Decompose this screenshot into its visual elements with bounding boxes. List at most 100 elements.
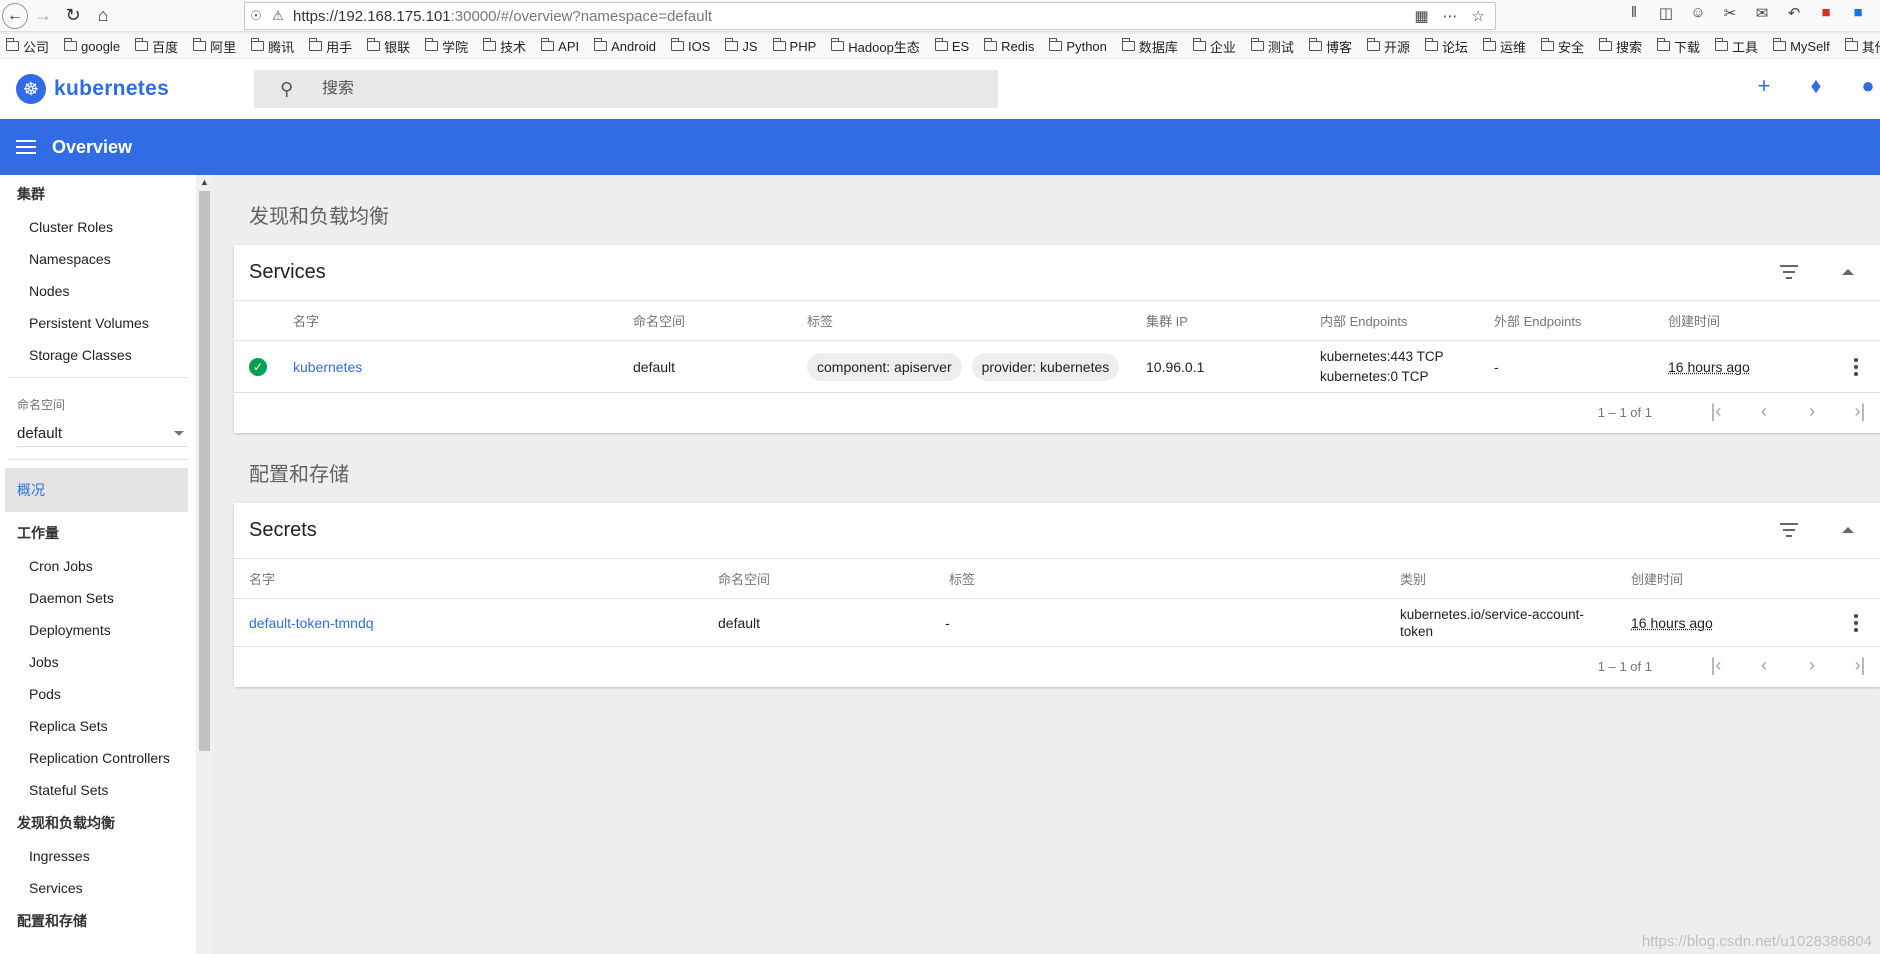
row-actions-icon[interactable] <box>1854 613 1858 632</box>
col-name[interactable]: 名字 <box>293 301 319 340</box>
bookmark-item[interactable]: API <box>541 38 579 54</box>
sidebar-item-namespaces[interactable]: Namespaces <box>0 243 196 275</box>
bookmark-item[interactable]: 其他 <box>1844 37 1880 56</box>
namespace-select[interactable]: default <box>17 425 188 447</box>
nav-config-header[interactable]: 配置和存储 <box>0 904 196 938</box>
sidebar-icon[interactable]: ◫ <box>1656 4 1676 22</box>
bookmark-item[interactable]: 银联 <box>367 37 410 56</box>
next-page-icon[interactable]: › <box>1800 655 1824 676</box>
bookmark-item[interactable]: ES <box>934 38 969 54</box>
col-namespace[interactable]: 命名空间 <box>633 301 685 340</box>
bookmark-item[interactable]: 技术 <box>483 37 526 56</box>
bookmark-item[interactable]: IOS <box>670 38 710 54</box>
sidebar-item-overview[interactable]: 概况 <box>5 468 188 512</box>
bookmark-item[interactable]: 博客 <box>1308 37 1352 56</box>
screenshot-icon[interactable]: ✂ <box>1720 4 1740 22</box>
last-page-icon[interactable]: ›| <box>1848 401 1872 422</box>
col-name[interactable]: 名字 <box>249 559 275 598</box>
reload-icon[interactable]: ↻ <box>58 1 88 31</box>
sidebar-item-stateful-sets[interactable]: Stateful Sets <box>0 774 196 806</box>
bookmark-item[interactable]: 用手 <box>309 37 352 56</box>
sidebar-item-ingresses[interactable]: Ingresses <box>0 840 196 872</box>
bookmark-item[interactable]: Android <box>594 38 656 54</box>
bookmark-item[interactable]: 百度 <box>135 37 178 56</box>
first-page-icon[interactable]: |‹ <box>1704 401 1728 422</box>
bookmark-item[interactable]: MySelf <box>1773 38 1830 54</box>
chat-icon[interactable]: ✉ <box>1752 4 1772 22</box>
last-page-icon[interactable]: ›| <box>1848 655 1872 676</box>
sidebar-item-replication-controllers[interactable]: Replication Controllers <box>0 742 196 774</box>
sidebar-item-cluster-roles[interactable]: Cluster Roles <box>0 211 196 243</box>
bookmark-item[interactable]: 公司 <box>6 37 49 56</box>
sidebar-item-nodes[interactable]: Nodes <box>0 275 196 307</box>
bookmark-item[interactable]: Python <box>1049 38 1107 54</box>
sidebar-item-services[interactable]: Services <box>0 872 196 904</box>
bookmark-item[interactable]: 搜索 <box>1599 37 1642 56</box>
extension-blue-icon[interactable]: ■ <box>1848 4 1868 22</box>
address-bar[interactable]: ☉ ⚠ https://192.168.175.101:30000/#/over… <box>244 2 1496 30</box>
sidebar-item-jobs[interactable]: Jobs <box>0 646 196 678</box>
bookmark-star-icon[interactable]: ☆ <box>1472 7 1485 25</box>
bookmark-item[interactable]: 数据库 <box>1121 37 1178 56</box>
bookmark-item[interactable]: 测试 <box>1250 37 1294 56</box>
back-icon[interactable]: ← <box>2 2 28 29</box>
kubernetes-logo[interactable]: ☸ kubernetes <box>16 74 169 104</box>
bookmark-item[interactable]: 工具 <box>1715 37 1758 56</box>
bookmark-item[interactable]: 安全 <box>1541 37 1584 56</box>
user-icon[interactable]: ● <box>1856 73 1880 99</box>
bookmark-item[interactable]: 腾讯 <box>251 37 294 56</box>
sidebar-scrollbar[interactable]: ▲ <box>196 175 213 954</box>
filter-icon[interactable] <box>1780 265 1798 283</box>
bookmark-item[interactable]: JS <box>725 38 758 54</box>
account-icon[interactable]: ☺ <box>1688 4 1708 22</box>
bookmark-item[interactable]: 开源 <box>1366 37 1410 56</box>
first-page-icon[interactable]: |‹ <box>1704 655 1728 676</box>
home-icon[interactable]: ⌂ <box>88 1 118 31</box>
bookmark-item[interactable]: Hadoop生态 <box>831 37 920 56</box>
qr-code-icon[interactable]: ▦ <box>1414 7 1428 25</box>
sidebar-item-pods[interactable]: Pods <box>0 678 196 710</box>
scroll-thumb[interactable] <box>199 191 210 751</box>
extension-red-icon[interactable]: ■ <box>1816 4 1836 22</box>
undo-icon[interactable]: ↶ <box>1784 4 1804 22</box>
sidebar-item-cron-jobs[interactable]: Cron Jobs <box>0 550 196 582</box>
filter-icon[interactable] <box>1780 523 1798 541</box>
more-icon[interactable]: ⋯ <box>1443 7 1458 25</box>
service-name-link[interactable]: kubernetes <box>293 341 362 392</box>
col-namespace[interactable]: 命名空间 <box>718 559 770 598</box>
secret-name-link[interactable]: default-token-tmndq <box>249 599 374 646</box>
nav-discovery-header[interactable]: 发现和负载均衡 <box>0 806 196 840</box>
notifications-icon[interactable]: ♦ <box>1804 73 1828 99</box>
prev-page-icon[interactable]: ‹ <box>1752 655 1776 676</box>
bookmark-item[interactable]: Redis <box>984 38 1034 54</box>
col-created[interactable]: 创建时间 <box>1668 301 1720 340</box>
sidebar-item-replica-sets[interactable]: Replica Sets <box>0 710 196 742</box>
bookmark-item[interactable]: 企业 <box>1192 37 1236 56</box>
row-actions-icon[interactable] <box>1854 357 1858 376</box>
insecure-lock-icon[interactable]: ⚠ <box>267 8 289 24</box>
bookmark-item[interactable]: 学院 <box>425 37 468 56</box>
bookmark-item[interactable]: 下载 <box>1657 37 1700 56</box>
prev-page-icon[interactable]: ‹ <box>1752 401 1776 422</box>
scroll-up-icon[interactable]: ▲ <box>200 177 209 187</box>
bookmark-item[interactable]: 阿里 <box>193 37 236 56</box>
nav-workloads-header[interactable]: 工作量 <box>0 516 196 550</box>
bookmark-item[interactable]: 运维 <box>1482 37 1526 56</box>
bookmark-item[interactable]: google <box>64 38 120 54</box>
forward-icon[interactable]: → <box>28 1 58 31</box>
library-icon[interactable]: ‖ <box>1624 4 1644 22</box>
menu-icon[interactable] <box>16 140 36 154</box>
bookmark-item[interactable]: PHP <box>772 38 816 54</box>
bookmark-item[interactable]: 论坛 <box>1424 37 1468 56</box>
sidebar-item-persistent-volumes[interactable]: Persistent Volumes <box>0 307 196 339</box>
next-page-icon[interactable]: › <box>1800 401 1824 422</box>
nav-cluster-header[interactable]: 集群 <box>0 177 196 211</box>
search-input[interactable] <box>322 80 922 98</box>
sidebar-item-deployments[interactable]: Deployments <box>0 614 196 646</box>
add-icon[interactable]: + <box>1752 73 1776 99</box>
sidebar-item-storage-classes[interactable]: Storage Classes <box>0 339 196 371</box>
collapse-icon[interactable] <box>1842 269 1854 275</box>
sidebar-item-daemon-sets[interactable]: Daemon Sets <box>0 582 196 614</box>
collapse-icon[interactable] <box>1842 527 1854 533</box>
col-created[interactable]: 创建时间 <box>1631 559 1683 598</box>
